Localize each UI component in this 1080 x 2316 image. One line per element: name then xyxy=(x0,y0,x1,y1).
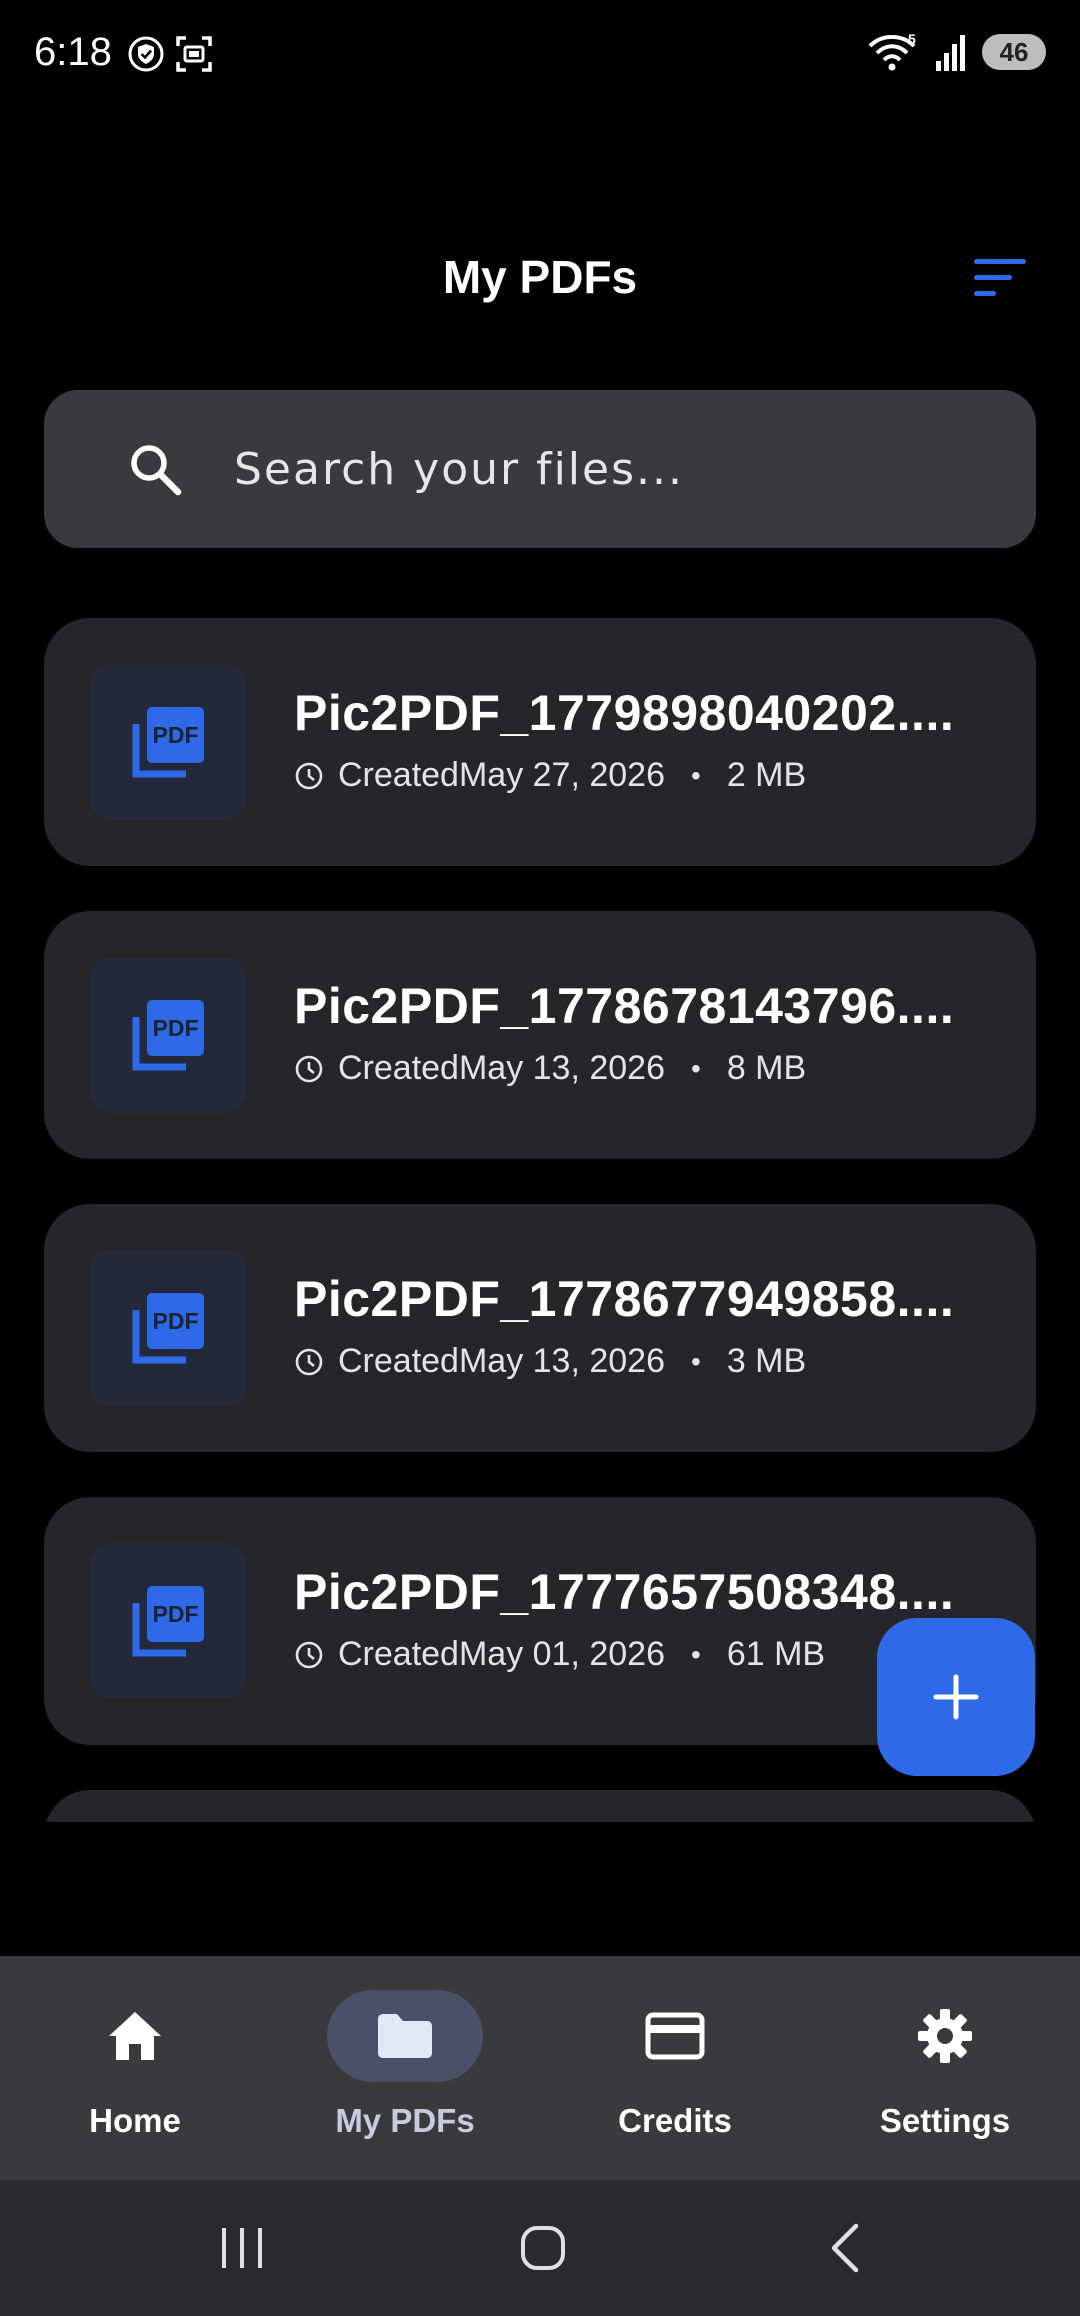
system-nav-bar xyxy=(0,2180,1080,2316)
pdf-thumbnail: PDF xyxy=(90,957,246,1113)
meta-separator: • xyxy=(691,1345,701,1377)
status-bar: 6:18 5 46 xyxy=(0,0,1080,104)
recent-apps-button[interactable] xyxy=(202,2216,282,2280)
created-date: May 13, 2026 xyxy=(458,1342,665,1380)
home-icon xyxy=(109,2012,161,2060)
gear-icon xyxy=(918,2009,972,2063)
clock-icon xyxy=(295,1641,323,1668)
page-title: My PDFs xyxy=(442,251,638,303)
home-circle-icon xyxy=(521,2226,565,2270)
nav-icon-container xyxy=(867,1990,1023,2082)
file-size: 8 MB xyxy=(726,1049,807,1087)
created-date: May 27, 2026 xyxy=(458,756,665,794)
file-card[interactable] xyxy=(44,1790,1036,1822)
meta-separator: • xyxy=(691,1052,701,1084)
search-bar[interactable] xyxy=(44,390,1036,548)
file-meta: Created May 13, 2026 • 8 MB xyxy=(294,1049,806,1088)
file-meta: Created May 13, 2026 • 3 MB xyxy=(294,1342,806,1381)
back-icon xyxy=(831,2223,859,2273)
credit-card-icon xyxy=(645,2012,705,2060)
nav-label-credits: Credits xyxy=(618,2102,732,2139)
clock-icon xyxy=(295,1348,323,1375)
nav-icon-container xyxy=(327,1990,483,2082)
plus-icon xyxy=(933,1674,979,1720)
nav-item-credits[interactable]: Credits xyxy=(540,1956,810,2180)
search-icon xyxy=(131,445,182,496)
pdf-file-icon: PDF xyxy=(132,1000,204,1071)
file-card[interactable]: PDF Pic2PDF_1778678143796.... Created May… xyxy=(44,911,1036,1159)
screenshot-icon xyxy=(176,36,212,72)
back-button[interactable] xyxy=(806,2216,886,2280)
home-system-button[interactable] xyxy=(503,2216,583,2280)
nav-label-home: Home xyxy=(89,2102,181,2139)
status-right: 5 46 xyxy=(868,30,1046,74)
pdf-thumbnail: PDF xyxy=(90,1250,246,1406)
pdf-file-icon: PDF xyxy=(132,1293,204,1364)
nav-item-my-pdfs[interactable]: My PDFs xyxy=(270,1956,540,2180)
pdf-thumbnail: PDF xyxy=(90,664,246,820)
nav-icon-container xyxy=(597,1990,753,2082)
file-name: Pic2PDF_1778677949858.... xyxy=(294,1271,955,1327)
pdf-file-icon: PDF xyxy=(132,707,204,778)
bottom-nav: Home My PDFs Credits Settings xyxy=(0,1956,1080,2180)
file-card[interactable]: PDF Pic2PDF_1778677949858.... Created May… xyxy=(44,1204,1036,1452)
svg-text:PDF: PDF xyxy=(153,1308,199,1334)
created-label: Created xyxy=(338,1635,459,1673)
file-name: Pic2PDF_1778678143796.... xyxy=(294,978,955,1034)
battery-level: 46 xyxy=(999,36,1029,67)
signal-icon xyxy=(936,35,965,71)
file-meta: Created May 27, 2026 • 2 MB xyxy=(294,756,806,795)
nav-label-my-pdfs: My PDFs xyxy=(335,2102,475,2139)
nav-icon-container xyxy=(57,1990,213,2082)
created-label: Created xyxy=(338,756,459,794)
battery-icon: 46 xyxy=(982,34,1046,70)
file-size: 61 MB xyxy=(726,1635,826,1673)
nav-item-home[interactable]: Home xyxy=(0,1956,270,2180)
svg-text:PDF: PDF xyxy=(153,1015,199,1041)
file-size: 2 MB xyxy=(726,756,807,794)
file-meta: Created May 01, 2026 • 61 MB xyxy=(294,1635,825,1674)
file-name: Pic2PDF_1777657508348.... xyxy=(294,1564,955,1620)
file-card[interactable]: PDF Pic2PDF_1779898040202.... Created May… xyxy=(44,618,1036,866)
created-label: Created xyxy=(338,1342,459,1380)
add-pdf-button[interactable] xyxy=(877,1618,1035,1776)
svg-text:PDF: PDF xyxy=(153,1601,199,1627)
nav-label-settings: Settings xyxy=(879,2102,1011,2139)
svg-text:PDF: PDF xyxy=(153,722,199,748)
status-time: 6:18 xyxy=(34,30,112,74)
folder-icon xyxy=(378,2014,432,2058)
created-date: May 01, 2026 xyxy=(458,1635,665,1673)
pdf-thumbnail: PDF xyxy=(90,1543,246,1699)
shield-check-icon xyxy=(128,36,164,72)
clock-icon xyxy=(295,762,323,789)
pdf-file-icon: PDF xyxy=(132,1586,204,1657)
meta-separator: • xyxy=(691,759,701,791)
file-name: Pic2PDF_1779898040202.... xyxy=(294,685,955,741)
created-date: May 13, 2026 xyxy=(458,1049,665,1087)
wifi-icon: 5 xyxy=(868,32,916,71)
sort-icon[interactable] xyxy=(972,255,1028,301)
clock-icon xyxy=(295,1055,323,1082)
search-input[interactable] xyxy=(234,440,994,498)
meta-separator: • xyxy=(691,1638,701,1670)
created-label: Created xyxy=(338,1049,459,1087)
recent-apps-icon xyxy=(222,2228,262,2268)
file-size: 3 MB xyxy=(726,1342,807,1380)
nav-item-settings[interactable]: Settings xyxy=(810,1956,1080,2180)
svg-text:5: 5 xyxy=(908,32,916,47)
